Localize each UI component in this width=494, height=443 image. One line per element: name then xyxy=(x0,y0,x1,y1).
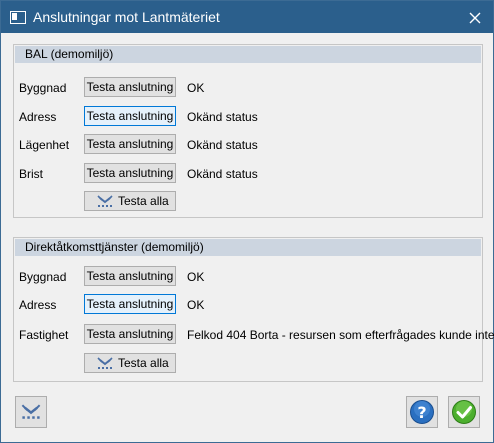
bal-adress-test-button[interactable]: Testa anslutning xyxy=(84,106,176,126)
group-bal: BAL (demomiljö) Byggnad Testa anslutning… xyxy=(13,44,483,218)
bal-lagenhet-status: Okänd status xyxy=(187,138,258,152)
bal-brist-test-button[interactable]: Testa anslutning xyxy=(84,163,176,183)
direkt-byggnad-test-button[interactable]: Testa anslutning xyxy=(84,266,176,286)
group-direkt-header: Direktåtkomsttjänster (demomiljö) xyxy=(15,239,481,256)
direkt-test-all-button[interactable]: Testa alla xyxy=(84,353,176,373)
direkt-adress-test-button[interactable]: Testa anslutning xyxy=(84,294,176,314)
bal-test-all-label: Testa alla xyxy=(118,194,169,208)
close-icon xyxy=(469,12,481,24)
bal-test-all-button[interactable]: Testa alla xyxy=(84,191,176,211)
title-bar[interactable]: Anslutningar mot Lantmäteriet xyxy=(1,1,493,33)
group-direkt: Direktåtkomsttjänster (demomiljö) Byggna… xyxy=(13,237,494,382)
checkmark-icon xyxy=(452,400,476,424)
close-button[interactable] xyxy=(463,5,487,29)
bal-label-lagenhet: Lägenhet xyxy=(19,138,70,152)
direkt-byggnad-status: OK xyxy=(187,270,205,284)
help-button[interactable]: ? xyxy=(406,396,438,428)
direkt-adress-status: OK xyxy=(187,298,205,312)
window-icon xyxy=(10,11,26,24)
dialog-window: Anslutningar mot Lantmäteriet BAL (demom… xyxy=(0,0,494,443)
direkt-label-byggnad: Byggnad xyxy=(19,270,67,284)
direkt-fastighet-status: Felkod 404 Borta - resursen som efterfrå… xyxy=(187,328,494,342)
connection-icon xyxy=(97,195,113,207)
connection-icon xyxy=(21,404,41,419)
bal-brist-status: Okänd status xyxy=(187,167,258,181)
connection-icon xyxy=(97,357,113,369)
connection-settings-button[interactable] xyxy=(15,396,47,428)
bal-lagenhet-test-button[interactable]: Testa anslutning xyxy=(84,134,176,154)
direkt-label-fastighet: Fastighet xyxy=(19,328,69,342)
window-title: Anslutningar mot Lantmäteriet xyxy=(33,9,220,25)
ok-button[interactable] xyxy=(448,396,480,428)
bal-adress-status: Okänd status xyxy=(187,110,258,124)
svg-text:?: ? xyxy=(417,403,426,422)
bal-byggnad-test-button[interactable]: Testa anslutning xyxy=(84,77,176,97)
direkt-fastighet-test-button[interactable]: Testa anslutning xyxy=(84,324,176,344)
bal-label-byggnad: Byggnad xyxy=(19,81,67,95)
help-icon: ? xyxy=(410,400,434,424)
bal-label-adress: Adress xyxy=(19,110,57,124)
bal-label-brist: Brist xyxy=(19,167,43,181)
direkt-test-all-label: Testa alla xyxy=(118,356,169,370)
group-bal-header: BAL (demomiljö) xyxy=(15,46,481,63)
bal-byggnad-status: OK xyxy=(187,81,205,95)
direkt-label-adress: Adress xyxy=(19,298,57,312)
